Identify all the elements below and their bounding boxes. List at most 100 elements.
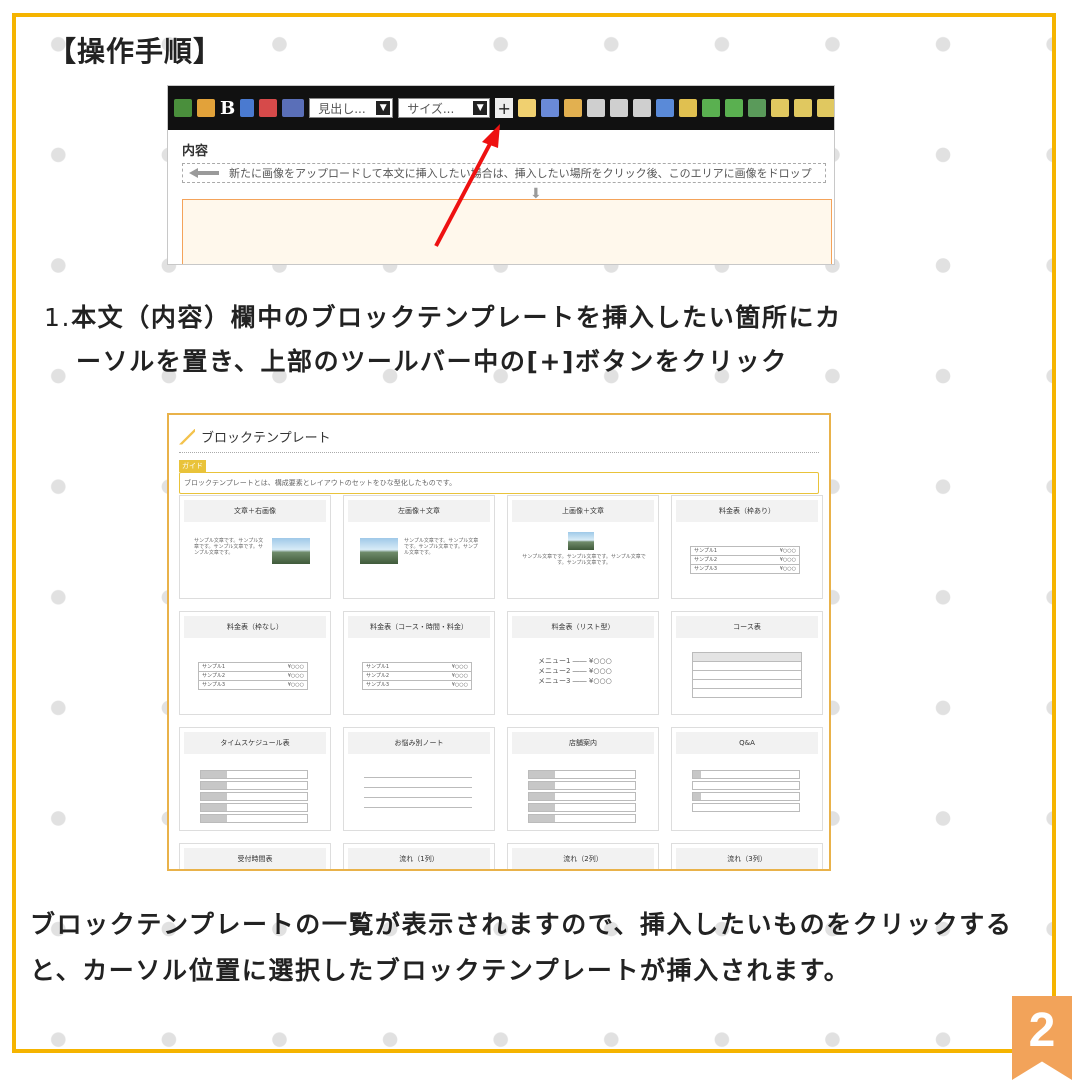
template-card[interactable]: Q&A: [671, 727, 823, 831]
sample-text: サンプル文章です。サンプル文章です。サンプル文章です。サンプル文章です。: [522, 554, 646, 566]
template-card[interactable]: 流れ（3列）: [671, 843, 823, 869]
template-card[interactable]: 店舗案内: [507, 727, 659, 831]
arrow-left-icon: [189, 168, 219, 178]
list-item: [200, 792, 308, 801]
list-item: [692, 792, 800, 801]
list-item: メニュー2 ―― ¥○○○: [538, 667, 612, 675]
table-row: サンプル2 ¥○○○: [690, 556, 800, 565]
list-item: [528, 781, 636, 790]
card-title: 流れ（1列）: [348, 848, 490, 869]
card-title: 流れ（2列）: [512, 848, 654, 869]
template-card[interactable]: 料金表（リスト型） メニュー1 ―― ¥○○○ メニュー2 ―― ¥○○○ メニ…: [507, 611, 659, 715]
sample-text: サンプル文章です。サンプル文章です。サンプル文章です。サンプル文章です。: [194, 538, 264, 556]
table-row: サンプル1 ¥○○○: [362, 663, 472, 672]
table-row: [692, 680, 802, 689]
table-row: サンプル3 ¥○○○: [198, 681, 308, 690]
template-card[interactable]: 料金表（枠なし） サンプル1 ¥○○○ サンプル2 ¥○○○ サンプル3 ¥○○○: [179, 611, 331, 715]
edit-icon[interactable]: [748, 99, 767, 117]
list-item: [200, 803, 308, 812]
sample-text: サンプル文章です。サンプル文章です。サンプル文章です。サンプル文章です。: [404, 538, 479, 556]
list-item: [692, 803, 800, 812]
list-item: [692, 781, 800, 790]
card-title: 受付時間表: [184, 848, 326, 869]
table-row: サンプル2 ¥○○○: [362, 672, 472, 681]
block-icon[interactable]: [679, 99, 698, 117]
sample-schedule: [200, 770, 308, 825]
image-drop-area[interactable]: 新たに画像をアップロードして本文に挿入したい場合は、挿入したい場所をクリック後、…: [182, 163, 826, 183]
template-card[interactable]: 左画像＋文章 サンプル文章です。サンプル文章です。サンプル文章です。サンプル文章…: [343, 495, 495, 599]
table-row: [692, 671, 802, 680]
card-title: 料金表（リスト型）: [512, 616, 654, 638]
table-row: [692, 653, 802, 662]
sample-menu-list: メニュー1 ―― ¥○○○ メニュー2 ―― ¥○○○ メニュー3 ―― ¥○○…: [538, 656, 612, 686]
template-card[interactable]: コース表: [671, 611, 823, 715]
list-item: [528, 770, 636, 779]
size-select-value: サイズ...: [407, 101, 455, 116]
list-item: [364, 800, 472, 808]
image-icon[interactable]: [541, 99, 560, 117]
page-number: 2: [1028, 1004, 1056, 1057]
card-title: コース表: [676, 616, 818, 638]
list-item: メニュー3 ―― ¥○○○: [538, 677, 612, 685]
document-icon[interactable]: [794, 99, 813, 117]
table-row: サンプル3 ¥○○○: [362, 681, 472, 690]
paste-icon[interactable]: [518, 99, 537, 117]
template-card[interactable]: 流れ（2列）: [507, 843, 659, 869]
basic-icon[interactable]: [174, 99, 192, 117]
bullet-list-icon[interactable]: [587, 99, 606, 117]
unlink-icon[interactable]: [725, 99, 744, 117]
bold-icon[interactable]: B: [220, 98, 235, 119]
content-editor[interactable]: [182, 199, 832, 264]
template-card[interactable]: 上画像＋文章 サンプル文章です。サンプル文章です。サンプル文章です。サンプル文章…: [507, 495, 659, 599]
quote-icon[interactable]: [656, 99, 675, 117]
sample-qa: [692, 770, 800, 814]
copy-icon[interactable]: [771, 99, 790, 117]
checklist-icon[interactable]: [633, 99, 652, 117]
card-title: 料金表（枠あり）: [676, 500, 818, 522]
sample-image: [568, 532, 594, 550]
pages-icon[interactable]: [817, 99, 834, 117]
list-item: [364, 790, 472, 798]
card-title: 料金表（コース・時間・料金）: [348, 616, 490, 638]
page-heading: 【操作手順】: [48, 35, 223, 68]
guide-badge: ガイド: [179, 460, 206, 472]
list-item: [200, 770, 308, 779]
card-title: 左画像＋文章: [348, 500, 490, 522]
table-row: サンプル2 ¥○○○: [198, 672, 308, 681]
sample-image: [360, 538, 398, 564]
sample-notes: [364, 770, 472, 810]
editor-toolbar: B 見出し... ▼ サイズ... ▼ +: [168, 86, 834, 130]
sample-image: [272, 538, 310, 564]
table-row: [692, 662, 802, 671]
template-card[interactable]: タイムスケジュール表: [179, 727, 331, 831]
content-label: 内容: [182, 144, 209, 159]
numbered-list-icon[interactable]: [610, 99, 629, 117]
sample-price-table: サンプル1 ¥○○○ サンプル2 ¥○○○ サンプル3 ¥○○○: [198, 662, 308, 690]
template-card[interactable]: 受付時間表: [179, 843, 331, 869]
eraser-icon[interactable]: [240, 99, 255, 117]
step-line-2: ーソルを置き、上部のツールバー中の[+]ボタンをクリック: [76, 347, 788, 376]
insert-template-button[interactable]: +: [495, 98, 514, 118]
text-color-icon[interactable]: [259, 99, 278, 117]
block-template-screenshot: ブロックテンプレート ガイド ブロックテンプレートとは、構成要素とレイアウトのセ…: [167, 413, 831, 871]
card-title: 流れ（3列）: [676, 848, 818, 869]
template-card[interactable]: お悩み別ノート: [343, 727, 495, 831]
template-card[interactable]: 文章＋右画像 サンプル文章です。サンプル文章です。サンプル文章です。サンプル文章…: [179, 495, 331, 599]
template-card[interactable]: 流れ（1列）: [343, 843, 495, 869]
mail-icon[interactable]: [564, 99, 583, 117]
list-item: [692, 770, 800, 779]
guide-box: ブロックテンプレートとは、構成要素とレイアウトのセットをひな型化したものです。: [179, 472, 819, 494]
size-select[interactable]: サイズ... ▼: [398, 98, 491, 118]
template-card[interactable]: 料金表（枠あり） サンプル1 ¥○○○ サンプル2 ¥○○○ サンプル3 ¥○○○: [671, 495, 823, 599]
link-icon[interactable]: [702, 99, 721, 117]
step-number: 1.: [44, 303, 72, 332]
upload-icon[interactable]: [197, 99, 215, 117]
table-row: [692, 689, 802, 698]
heading-select[interactable]: 見出し... ▼: [309, 98, 394, 118]
sample-price-table: サンプル1 ¥○○○ サンプル2 ¥○○○ サンプル3 ¥○○○: [690, 546, 800, 574]
spellcheck-icon[interactable]: [282, 99, 305, 117]
template-card[interactable]: 料金表（コース・時間・料金） サンプル1 ¥○○○ サンプル2 ¥○○○ サンプル3…: [343, 611, 495, 715]
pencil-icon: [179, 428, 195, 445]
block-template-title: ブロックテンプレート: [201, 431, 331, 446]
sample-course-table: [692, 652, 802, 698]
